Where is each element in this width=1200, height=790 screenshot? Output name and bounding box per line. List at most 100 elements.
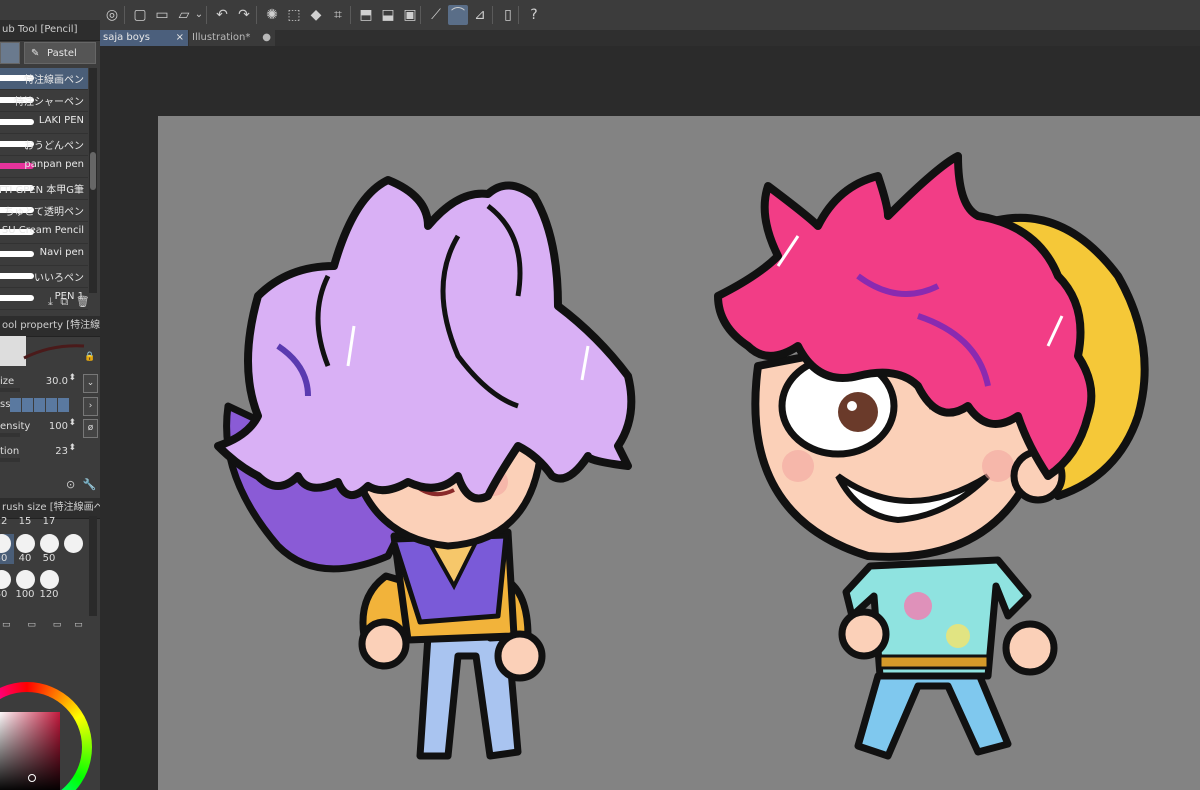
crop-icon[interactable]: ⌗ [328, 5, 348, 25]
size-grid-scrollbar[interactable] [89, 516, 97, 616]
fill-icon[interactable]: ◆ [306, 5, 326, 25]
toolbar-separator [420, 6, 421, 24]
purple-hair-character [214, 176, 636, 760]
open-folder-icon[interactable]: ▭ [152, 5, 172, 25]
settings-icon[interactable]: ⊙ [66, 478, 75, 491]
brush-size-label: 120 [39, 589, 59, 600]
brush-size-option[interactable] [60, 534, 86, 564]
hardness-selector[interactable] [10, 398, 70, 412]
brush-item[interactable]: OTTI GPEN 本甲G筆 [0, 178, 88, 200]
size-dot-icon [15, 534, 35, 553]
size-action-1-icon[interactable]: ▭ [2, 620, 11, 630]
stabilization-value[interactable]: 23 [55, 446, 68, 457]
size-dot-icon [15, 570, 35, 589]
document-tabs: saja boys × Illustration* ● [100, 30, 1200, 46]
clear-icon[interactable]: ⬚ [284, 5, 304, 25]
brush-size-label: 40 [18, 553, 32, 564]
stabilization-slider[interactable] [0, 458, 20, 462]
chevron-right-icon[interactable]: › [83, 397, 98, 416]
brush-name: 特注線画ペン [24, 75, 84, 86]
special-ruler-snap-icon[interactable]: ⌒ [448, 5, 468, 25]
scroll-thumb[interactable] [90, 152, 96, 190]
chibi-illustration [214, 152, 1149, 760]
tab-saja-boys[interactable]: saja boys × [100, 30, 188, 46]
deselect-icon[interactable]: ⬓ [378, 5, 398, 25]
density-value[interactable]: 100 [49, 421, 68, 432]
brush-size-label: 17 [42, 516, 56, 527]
density-spinner-icon[interactable]: ⬍ [68, 418, 76, 428]
brush-name: OTTI GPEN 本甲G筆 [0, 185, 84, 196]
brush-item[interactable]: LAKI PEN [0, 112, 88, 134]
wrench-icon[interactable]: 🔧 [83, 478, 97, 491]
brush-name: panpan pen [24, 159, 84, 170]
subtool-tabs: ✎ Pastel [0, 42, 100, 66]
size-action-3-icon[interactable]: ▭ [53, 620, 62, 630]
undo-icon[interactable]: ↶ [212, 5, 232, 25]
brush-item[interactable]: SU Cream Pencil [0, 222, 88, 244]
import-icon[interactable]: ⤓ [48, 295, 53, 308]
subtool-tab-pencil[interactable] [0, 42, 20, 64]
lock-icon[interactable]: 🔒 [84, 352, 95, 362]
new-file-icon[interactable]: ▢ [130, 5, 150, 25]
duplicate-icon[interactable]: ⧉ [60, 295, 68, 308]
brush-item[interactable]: ちゅとて透明ペン [0, 200, 88, 222]
left-panel: ub Tool [Pencil] ✎ Pastel 特注線画ペン 特注シャーペン L… [0, 0, 100, 790]
unsaved-dot-icon[interactable]: ● [262, 30, 271, 46]
stabilization-spinner-icon[interactable]: ⬍ [68, 443, 76, 453]
loading-spinner-icon[interactable]: ✺ [262, 5, 282, 25]
ruler-snap-icon[interactable]: ⟋ [426, 5, 446, 25]
brush-size-option[interactable]: 120 [36, 570, 62, 600]
chevron-down-icon[interactable]: ⌄ [194, 5, 204, 25]
transform-icon[interactable]: ⬒ [356, 5, 376, 25]
size-value[interactable]: 30.0 [46, 376, 68, 387]
brush-stroke-preview [0, 251, 34, 257]
toolbar-separator [206, 6, 207, 24]
brush-list-actions: ⤓ ⧉ 🗑 [48, 295, 90, 309]
trash-icon[interactable]: 🗑 [76, 295, 90, 308]
help-icon[interactable]: ? [524, 5, 544, 25]
brush-list: 特注線画ペン特注シャーペン LAKI PEN おうどんペン panpan pen OTT… [0, 68, 88, 310]
size-dot-icon [0, 570, 11, 589]
subtool-tab-pastel[interactable]: ✎ Pastel [24, 42, 96, 64]
tab-illustration[interactable]: Illustration* ● [189, 30, 275, 46]
drawing-canvas[interactable] [158, 116, 1200, 790]
brush-size-option[interactable]: 100 [12, 570, 38, 600]
grid-snap-icon[interactable]: ⊿ [470, 5, 490, 25]
color-wheel[interactable] [0, 682, 92, 790]
brush-item[interactable]: Navi pen [0, 244, 88, 266]
redo-icon[interactable]: ↷ [234, 5, 254, 25]
size-property: ize 30.0 ⬍ ⌄ [0, 373, 100, 395]
size-action-4-icon[interactable]: ▭ [74, 620, 83, 630]
brush-size-label: 50 [42, 553, 56, 564]
brush-size-option[interactable]: 50 [36, 534, 62, 564]
save-icon[interactable]: ▱ [174, 5, 194, 25]
smartphone-icon[interactable]: ▯ [498, 5, 518, 25]
brush-size-option[interactable]: 40 [12, 534, 38, 564]
size-spinner-icon[interactable]: ⬍ [68, 373, 76, 383]
invert-selection-icon[interactable]: ▣ [400, 5, 420, 25]
density-slider[interactable] [0, 433, 20, 437]
brush-item[interactable]: 特注シャーペン [0, 90, 88, 112]
hardness-property: ss › [0, 396, 100, 418]
toolbar-separator [350, 6, 351, 24]
size-dot-icon [39, 534, 59, 553]
size-dropdown-icon[interactable]: ⌄ [83, 374, 98, 393]
close-icon[interactable]: × [176, 30, 184, 46]
size-action-2-icon[interactable]: ▭ [27, 620, 36, 630]
pink-hair-character [714, 152, 1149, 760]
size-slider[interactable] [0, 388, 20, 392]
color-picker-handle[interactable] [28, 774, 36, 782]
brush-item[interactable]: panpan pen [0, 156, 88, 178]
brush-name: Navi pen [39, 247, 84, 258]
toolbar-separator [492, 6, 493, 24]
brush-size-label: 100 [15, 589, 35, 600]
brush-name: SU Cream Pencil [1, 225, 84, 236]
logo-icon[interactable]: ◎ [102, 5, 122, 25]
brush-item[interactable]: 特注線画ペン [0, 68, 88, 90]
brush-item[interactable]: おうどんペン [0, 134, 88, 156]
brush-item[interactable]: いいろペン [0, 266, 88, 288]
brush-list-scrollbar[interactable] [89, 68, 97, 293]
size-dot-icon [0, 534, 11, 553]
pressure-icon[interactable]: ø [83, 419, 98, 438]
brush-stroke-preview [0, 119, 34, 125]
